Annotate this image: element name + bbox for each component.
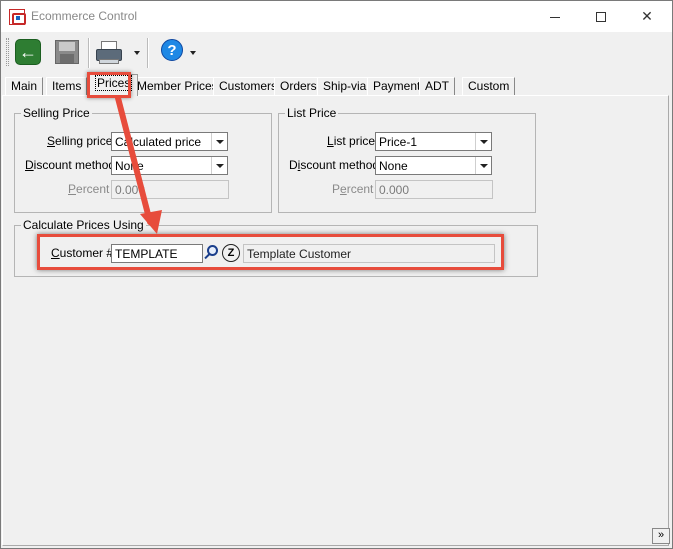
help-button[interactable]: ? bbox=[155, 37, 196, 67]
calculate-prices-legend: Calculate Prices Using bbox=[21, 218, 146, 232]
list-percent-field: 0.000 bbox=[375, 180, 493, 199]
maximize-button[interactable] bbox=[578, 1, 624, 32]
save-button[interactable] bbox=[51, 37, 81, 67]
list-price-group: List Price List price Price-1 Discount m… bbox=[278, 106, 536, 213]
discount-method-label: Discount method bbox=[25, 158, 116, 172]
close-button[interactable]: ✕ bbox=[624, 1, 670, 32]
chevron-down-icon[interactable] bbox=[475, 133, 491, 150]
percent-value: 0.000 bbox=[115, 183, 146, 197]
list-percent-value: 0.000 bbox=[379, 183, 410, 197]
help-dropdown-icon[interactable] bbox=[190, 51, 196, 55]
chevron-down-icon[interactable] bbox=[211, 133, 227, 150]
tab-main[interactable]: Main bbox=[5, 77, 44, 96]
tab-orders[interactable]: Orders bbox=[274, 77, 323, 96]
list-price-select[interactable]: Price-1 bbox=[375, 132, 492, 151]
list-discount-method-select[interactable]: None bbox=[375, 156, 492, 175]
discount-method-select[interactable]: None bbox=[111, 156, 228, 175]
discount-method-value: None bbox=[115, 159, 144, 173]
selling-price-label: Selling price bbox=[47, 134, 113, 148]
prices-tab-highlight bbox=[87, 72, 131, 98]
percent-label: Percent bbox=[68, 182, 110, 196]
window-title: Ecommerce Control bbox=[31, 9, 138, 23]
close-icon: ✕ bbox=[641, 8, 653, 24]
expand-button[interactable]: » bbox=[652, 528, 670, 544]
selling-price-select[interactable]: Calculated price bbox=[111, 132, 228, 151]
print-button[interactable] bbox=[93, 37, 140, 67]
customer-field-highlight bbox=[37, 234, 504, 270]
list-price-value: Price-1 bbox=[379, 135, 418, 149]
list-price-label: List price bbox=[327, 134, 376, 148]
app-icon bbox=[9, 9, 26, 25]
toolbar: ← ? bbox=[1, 32, 672, 74]
selling-price-value: Calculated price bbox=[115, 135, 202, 149]
toolbar-grip[interactable] bbox=[6, 38, 9, 66]
tab-ship-via[interactable]: Ship-via bbox=[317, 77, 373, 96]
list-discount-method-value: None bbox=[379, 159, 408, 173]
chevron-down-icon[interactable] bbox=[475, 157, 491, 174]
maximize-icon bbox=[596, 12, 606, 23]
tab-items[interactable]: Items bbox=[46, 77, 88, 96]
tab-customers[interactable]: Customers bbox=[213, 77, 284, 96]
list-percent-label: Percent bbox=[332, 182, 374, 196]
minimize-icon bbox=[550, 16, 560, 18]
selling-price-group: Selling Price Selling price Calculated p… bbox=[14, 106, 272, 213]
minimize-button[interactable] bbox=[532, 1, 578, 32]
selling-price-legend: Selling Price bbox=[21, 106, 92, 120]
toolbar-separator bbox=[88, 38, 90, 68]
tab-adt[interactable]: ADT bbox=[419, 77, 455, 96]
percent-field: 0.000 bbox=[111, 180, 229, 199]
chevron-down-icon[interactable] bbox=[211, 157, 227, 174]
tab-custom[interactable]: Custom bbox=[462, 77, 516, 96]
toolbar-separator bbox=[147, 38, 149, 68]
list-discount-method-label: Discount method bbox=[289, 158, 380, 172]
list-price-legend: List Price bbox=[285, 106, 339, 120]
help-pointer-icon: ? bbox=[161, 39, 183, 61]
back-button[interactable]: ← bbox=[13, 37, 43, 67]
title-bar: Ecommerce Control ✕ bbox=[1, 1, 672, 32]
tab-payment[interactable]: Payment bbox=[367, 77, 427, 96]
print-dropdown-icon[interactable] bbox=[134, 51, 140, 55]
tab-member-prices[interactable]: Member Prices bbox=[131, 77, 224, 96]
